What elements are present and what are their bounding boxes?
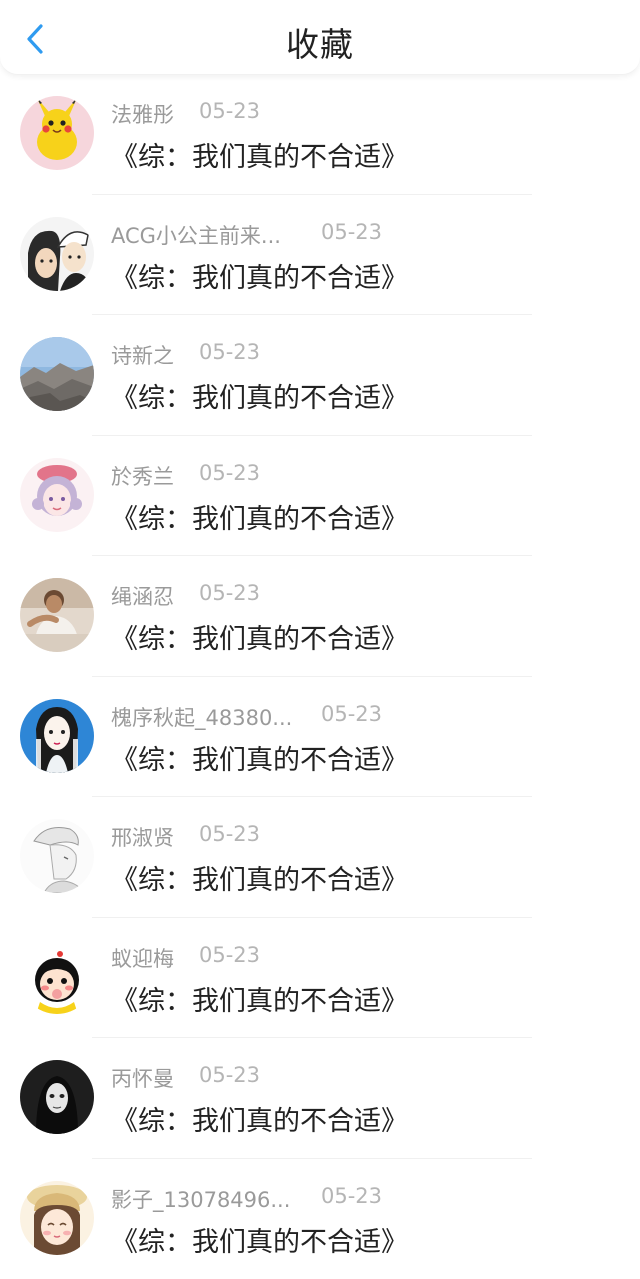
favorite-item[interactable]: 法雅彤 05-23 《综：我们真的不合适》 — [0, 74, 640, 195]
username[interactable]: 邢淑贤 — [111, 822, 174, 852]
favorite-item[interactable]: 邢淑贤 05-23 《综：我们真的不合适》 — [0, 797, 640, 918]
book-title[interactable]: 《综：我们真的不合适》 — [111, 135, 408, 174]
username[interactable]: ACG小公主前来... — [111, 220, 281, 250]
username[interactable]: 槐序秋起_48380... — [111, 702, 292, 732]
avatar[interactable] — [20, 96, 94, 170]
date: 05-23 — [199, 581, 260, 605]
avatar[interactable] — [20, 578, 94, 652]
avatar[interactable] — [20, 1181, 94, 1255]
avatar[interactable] — [20, 458, 94, 532]
favorite-item[interactable]: 槐序秋起_48380... 05-23 《综：我们真的不合适》 — [0, 677, 640, 798]
page-title: 收藏 — [0, 18, 640, 66]
book-title[interactable]: 《综：我们真的不合适》 — [111, 1099, 408, 1138]
date: 05-23 — [199, 1063, 260, 1087]
username[interactable]: 法雅彤 — [111, 99, 174, 129]
date: 05-23 — [321, 1184, 382, 1208]
date: 05-23 — [199, 99, 260, 123]
username[interactable]: 蚁迎梅 — [111, 943, 174, 973]
book-title[interactable]: 《综：我们真的不合适》 — [111, 376, 408, 415]
avatar[interactable] — [20, 940, 94, 1014]
username[interactable]: 丙怀曼 — [111, 1063, 174, 1093]
book-title[interactable]: 《综：我们真的不合适》 — [111, 738, 408, 777]
date: 05-23 — [199, 822, 260, 846]
favorite-item[interactable]: 诗新之 05-23 《综：我们真的不合适》 — [0, 315, 640, 436]
avatar[interactable] — [20, 819, 94, 893]
book-title[interactable]: 《综：我们真的不合适》 — [111, 858, 408, 897]
book-title[interactable]: 《综：我们真的不合适》 — [111, 497, 408, 536]
book-title[interactable]: 《综：我们真的不合适》 — [111, 1220, 408, 1259]
book-title[interactable]: 《综：我们真的不合适》 — [111, 256, 408, 295]
username[interactable]: 绳涵忍 — [111, 581, 174, 611]
username[interactable]: 诗新之 — [111, 340, 174, 370]
avatar[interactable] — [20, 699, 94, 773]
date: 05-23 — [321, 702, 382, 726]
favorite-item[interactable]: 丙怀曼 05-23 《综：我们真的不合适》 — [0, 1038, 640, 1159]
favorite-item[interactable]: 蚁迎梅 05-23 《综：我们真的不合适》 — [0, 918, 640, 1039]
username[interactable]: 於秀兰 — [111, 461, 174, 491]
date: 05-23 — [199, 461, 260, 485]
favorites-list: 法雅彤 05-23 《综：我们真的不合适》 ACG小公主前来... 05-23 … — [0, 74, 640, 1279]
favorite-item[interactable]: 绳涵忍 05-23 《综：我们真的不合适》 — [0, 556, 640, 677]
top-bar: 收藏 — [0, 0, 640, 75]
date: 05-23 — [199, 340, 260, 364]
avatar[interactable] — [20, 1060, 94, 1134]
favorite-item[interactable]: ACG小公主前来... 05-23 《综：我们真的不合适》 — [0, 195, 640, 316]
avatar[interactable] — [20, 217, 94, 291]
favorite-item[interactable]: 於秀兰 05-23 《综：我们真的不合适》 — [0, 436, 640, 557]
date: 05-23 — [321, 220, 382, 244]
favorite-item[interactable]: 影子_13078496... 05-23 《综：我们真的不合适》 — [0, 1159, 640, 1279]
username[interactable]: 影子_13078496... — [111, 1184, 290, 1214]
book-title[interactable]: 《综：我们真的不合适》 — [111, 979, 408, 1018]
book-title[interactable]: 《综：我们真的不合适》 — [111, 617, 408, 656]
avatar[interactable] — [20, 337, 94, 411]
date: 05-23 — [199, 943, 260, 967]
